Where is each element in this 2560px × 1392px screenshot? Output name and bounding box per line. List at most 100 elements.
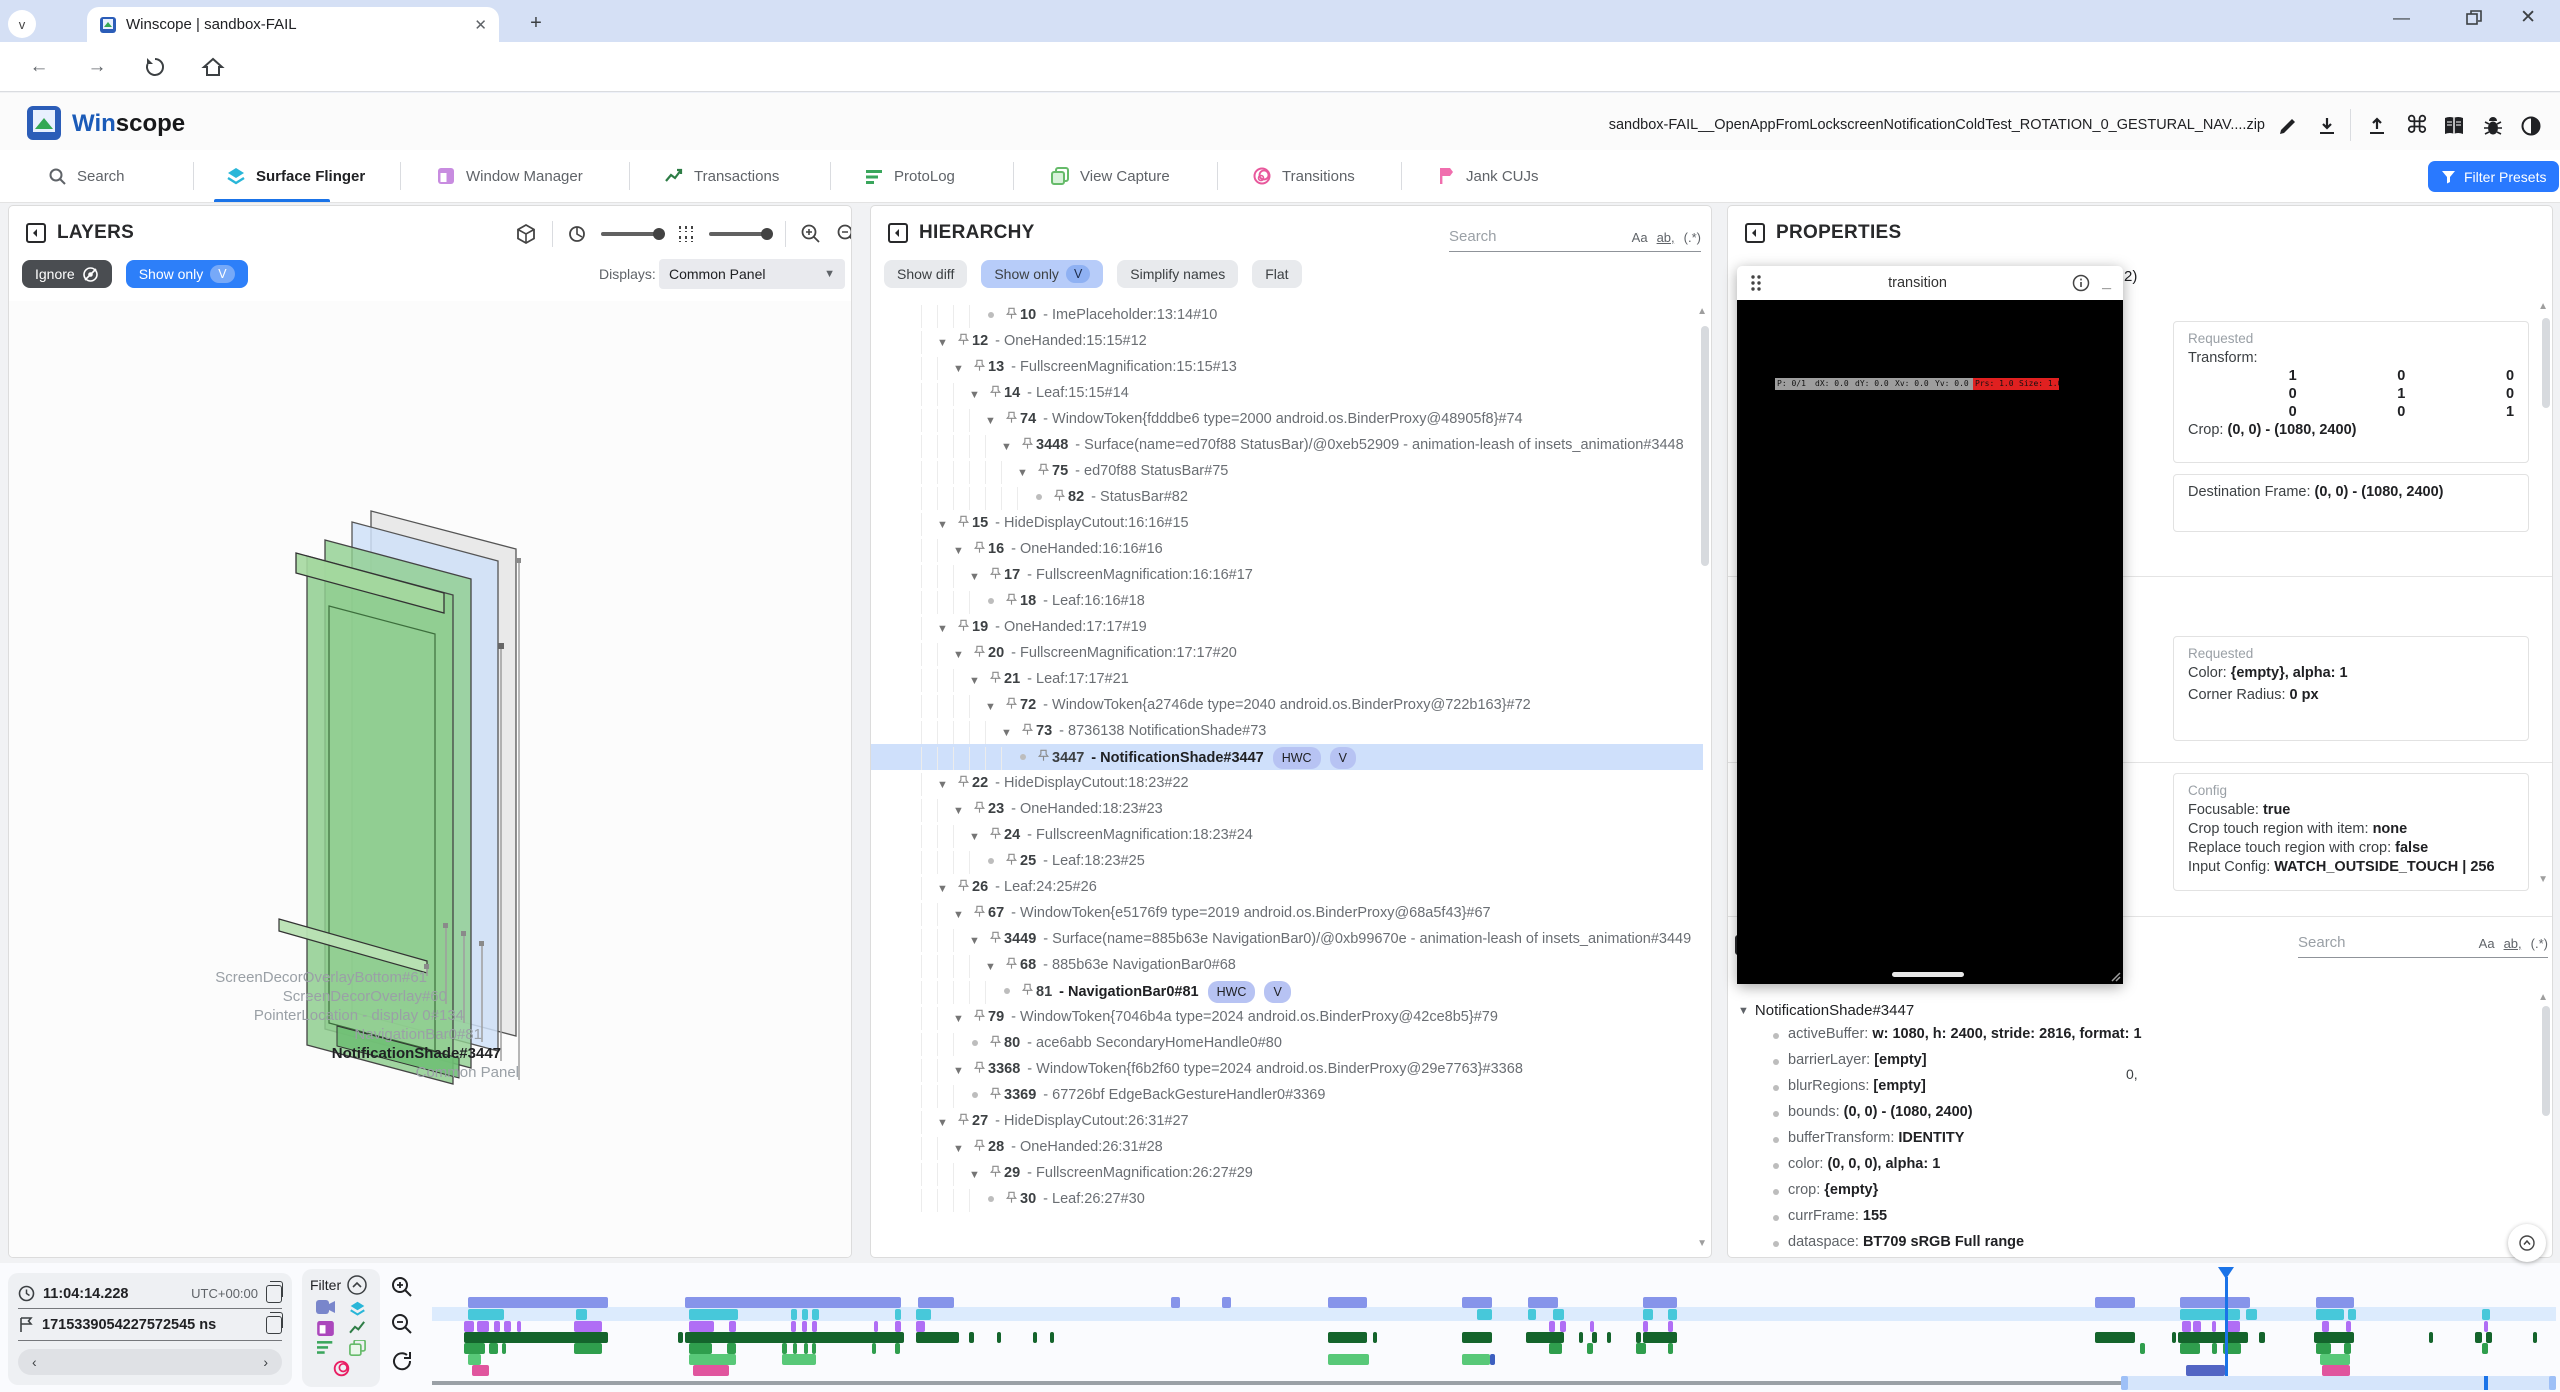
pin-icon[interactable] xyxy=(1035,461,1052,476)
pin-icon[interactable] xyxy=(1003,305,1020,320)
window-restore-icon[interactable] xyxy=(2466,10,2482,26)
timeline-segment-surface-flinger[interactable] xyxy=(1477,1309,1492,1320)
proto-search-input[interactable]: Search Aa ab, (.*) xyxy=(2298,934,2548,958)
timeline-segment-transactions[interactable] xyxy=(2429,1332,2433,1343)
3d-view-cube-icon[interactable] xyxy=(514,222,538,246)
pin-icon[interactable] xyxy=(955,617,972,632)
pin-icon[interactable] xyxy=(971,799,988,814)
zoom-in-icon[interactable] xyxy=(800,223,822,245)
timeline-segment-transactions[interactable] xyxy=(2178,1332,2248,1343)
copy-time-icon[interactable] xyxy=(266,1285,282,1303)
tab-protolog[interactable]: ProtoLog xyxy=(864,150,955,202)
documentation-book-icon[interactable] xyxy=(2442,115,2466,137)
timeline-segment-screen-recording[interactable] xyxy=(918,1297,954,1308)
back-icon[interactable]: ← xyxy=(22,50,56,84)
timeline-segment-transactions[interactable] xyxy=(1592,1332,1597,1343)
hierarchy-node-27[interactable]: ▼27 - HideDisplayCutout:26:31#27 xyxy=(871,1108,1703,1134)
timeline-segment-transactions[interactable] xyxy=(916,1332,958,1343)
timeline-segment-protolog[interactable] xyxy=(872,1343,876,1354)
tab-surface-flinger[interactable]: Surface Flinger xyxy=(226,150,365,202)
drag-handle-icon[interactable] xyxy=(1749,273,1763,293)
pin-icon[interactable] xyxy=(1003,695,1020,710)
reload-icon[interactable] xyxy=(138,50,172,84)
timeline-segment-view-capture[interactable] xyxy=(468,1354,481,1365)
pin-icon[interactable] xyxy=(987,669,1004,684)
timeline-segment-protolog[interactable] xyxy=(1549,1343,1562,1354)
pin-icon[interactable] xyxy=(1019,981,1036,996)
collapse-panel-icon[interactable] xyxy=(1744,222,1766,244)
match-case-icon[interactable]: Aa xyxy=(2479,936,2495,951)
timeline-segment-transactions[interactable] xyxy=(1462,1332,1492,1343)
timeline-segment-window-manager[interactable] xyxy=(2182,1321,2190,1332)
property-row[interactable]: activeBuffer:w: 1080, h: 2400, stride: 2… xyxy=(1728,1023,2548,1049)
timeline-segment-protolog[interactable] xyxy=(2212,1343,2217,1354)
timeline-segment-protolog[interactable] xyxy=(895,1343,900,1354)
layer-label[interactable]: NavigationBar0#81 xyxy=(9,1026,482,1043)
timeline-segment-protolog[interactable] xyxy=(1587,1343,1592,1354)
timeline-segment-window-manager[interactable] xyxy=(477,1321,490,1332)
timeline-segment-window-manager[interactable] xyxy=(504,1321,510,1332)
timeline-segment-window-manager[interactable] xyxy=(916,1321,924,1332)
hierarchy-node-20[interactable]: ▼20 - FullscreenMagnification:17:17#20 xyxy=(871,640,1703,666)
hierarchy-node-80[interactable]: 80 - ace6abb SecondaryHomeHandle0#80 xyxy=(871,1030,1703,1056)
view-capture-trace-icon[interactable] xyxy=(349,1340,366,1356)
timeline-segment-transactions[interactable] xyxy=(1373,1332,1377,1343)
timeline-segment-window-manager[interactable] xyxy=(2212,1321,2216,1332)
timeline-segment-screen-recording[interactable] xyxy=(2095,1297,2135,1308)
timeline-segment-window-manager[interactable] xyxy=(1549,1321,1554,1332)
property-row[interactable]: barrierLayer:[empty] xyxy=(1728,1049,2548,1075)
timeline-segment-window-manager[interactable] xyxy=(2484,1321,2488,1332)
timeline-segment-screen-recording[interactable] xyxy=(685,1297,902,1308)
timeline-segment-view-capture[interactable] xyxy=(782,1354,816,1365)
visible-range-strip[interactable] xyxy=(2121,1376,2556,1390)
pin-icon[interactable] xyxy=(987,383,1004,398)
timeline-segment-transactions[interactable] xyxy=(2095,1332,2135,1343)
hierarchy-node-19[interactable]: ▼19 - OneHanded:17:17#19 xyxy=(871,614,1703,640)
next-frame-icon[interactable]: › xyxy=(263,1354,268,1370)
timeline-segment-transactions[interactable] xyxy=(1636,1332,1640,1343)
timeline-segment-transitions[interactable] xyxy=(2186,1365,2224,1376)
layer-label[interactable]: Common Panel xyxy=(9,1064,519,1081)
pin-icon[interactable] xyxy=(971,1059,988,1074)
zoom-out-icon[interactable] xyxy=(836,223,852,245)
simplify-names-chip[interactable]: Simplify names xyxy=(1117,260,1238,288)
timeline-segment-surface-flinger[interactable] xyxy=(1643,1309,1654,1320)
scroll-up-arrow-icon[interactable]: ▲ xyxy=(1697,306,1707,317)
hierarchy-node-3447[interactable]: 3447 - NotificationShade#3447HWCV xyxy=(871,744,1703,770)
timeline-segment-protolog[interactable] xyxy=(727,1343,735,1354)
new-tab-button[interactable]: + xyxy=(522,9,550,37)
hierarchy-node-72[interactable]: ▼72 - WindowToken{a2746de type=2040 andr… xyxy=(871,692,1703,718)
timeline-segment-view-capture[interactable] xyxy=(689,1354,736,1365)
pin-icon[interactable] xyxy=(971,1007,988,1022)
keyboard-shortcuts-icon[interactable]: ⌘ xyxy=(2405,111,2429,140)
timeline-segment-surface-flinger[interactable] xyxy=(2482,1309,2490,1320)
layer-label[interactable]: ScreenDecorOverlayBottom#61 xyxy=(9,969,427,986)
tab-search[interactable]: Search xyxy=(48,150,125,202)
timeline-segment-transitions[interactable] xyxy=(2322,1365,2350,1376)
timeline-segment-transactions[interactable] xyxy=(969,1332,973,1343)
timeline-segment-screen-recording[interactable] xyxy=(1462,1297,1492,1308)
timeline-segment-window-manager[interactable] xyxy=(729,1321,735,1332)
timeline-segment-protolog[interactable] xyxy=(2482,1343,2488,1354)
spacing-slider[interactable] xyxy=(709,232,771,236)
match-case-icon[interactable]: Aa xyxy=(1632,230,1648,245)
timeline-segment-window-manager[interactable] xyxy=(464,1321,475,1332)
properties-scrollbar[interactable] xyxy=(2542,318,2550,408)
hierarchy-search-input[interactable]: Search Aa ab, (.*) xyxy=(1449,228,1701,252)
timeline-segment-protolog[interactable] xyxy=(1668,1343,1673,1354)
copy-ns-icon[interactable] xyxy=(266,1316,282,1334)
hierarchy-node-15[interactable]: ▼15 - HideDisplayCutout:16:16#15 xyxy=(871,510,1703,536)
hierarchy-node-3368[interactable]: ▼3368 - WindowToken{f6b2f60 type=2024 an… xyxy=(871,1056,1703,1082)
forward-icon[interactable]: → xyxy=(80,50,114,84)
timeline-segment-surface-flinger[interactable] xyxy=(916,1309,931,1320)
timeline-segment-screen-recording[interactable] xyxy=(1171,1297,1179,1308)
pin-icon[interactable] xyxy=(971,539,988,554)
scroll-up-arrow-icon[interactable]: ▲ xyxy=(2538,992,2548,1003)
timeline-segment-transactions[interactable] xyxy=(2172,1332,2176,1343)
resize-handle-icon[interactable] xyxy=(2109,970,2121,982)
rotation-slider[interactable] xyxy=(601,232,663,236)
layer-label[interactable]: NotificationShade#3447 xyxy=(9,1045,501,1062)
timeline-segment-protolog[interactable] xyxy=(2180,1343,2200,1354)
timeline-segment-window-manager[interactable] xyxy=(2322,1321,2328,1332)
scroll-down-arrow-icon[interactable]: ▼ xyxy=(2538,874,2548,885)
